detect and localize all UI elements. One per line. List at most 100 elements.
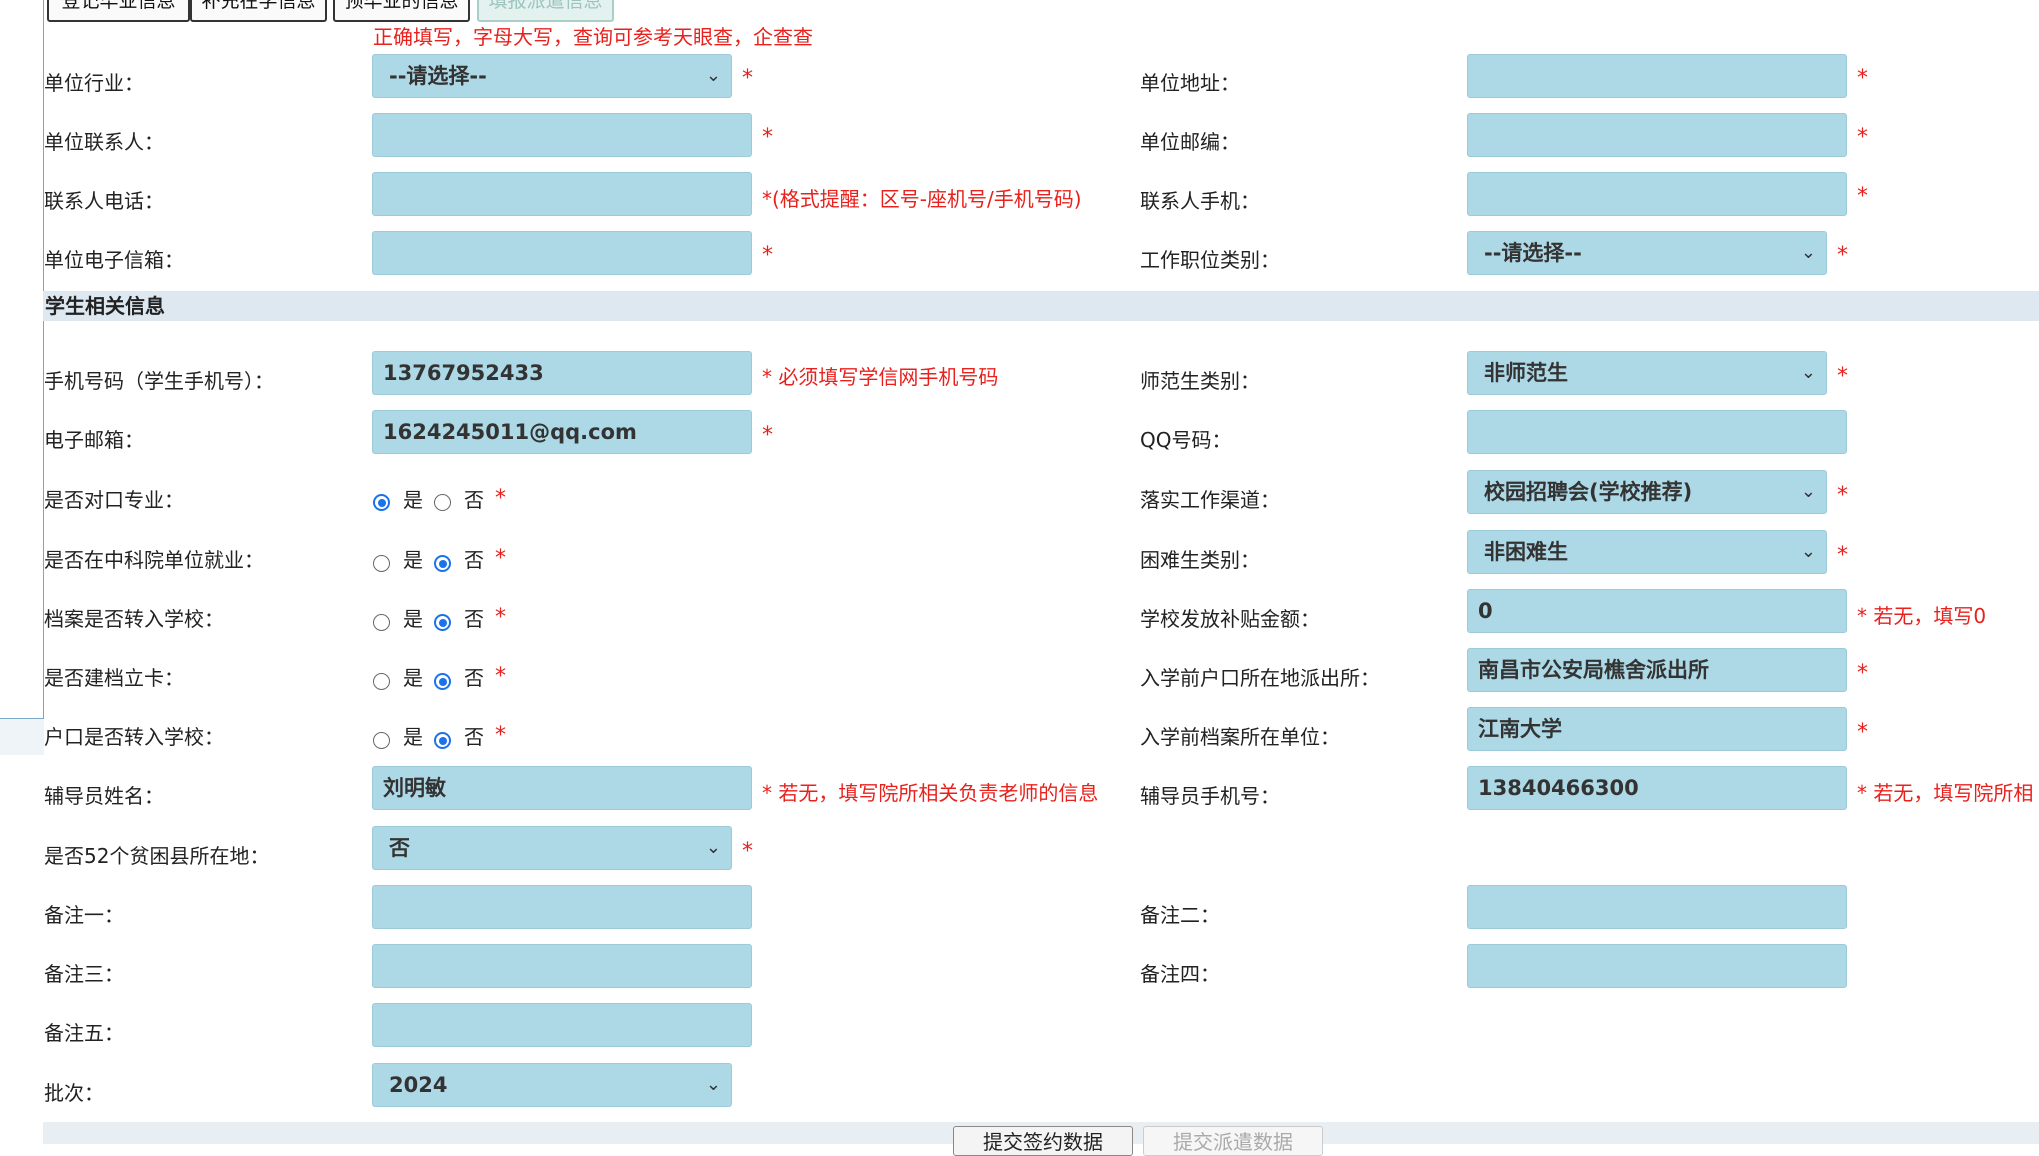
counselor-name-input[interactable]: 刘明敏 <box>372 766 752 810</box>
contact-input[interactable] <box>372 113 752 157</box>
required-mark: * <box>762 125 773 150</box>
required-mark: * <box>1857 184 1868 209</box>
archive-unit-label: 入学前档案所在单位： <box>1140 725 1340 749</box>
note-1-label: 备注一： <box>44 903 124 927</box>
contact-label: 单位联系人： <box>44 130 164 154</box>
employer-email-label: 单位电子信箱： <box>44 248 184 272</box>
tab-pre-graduation-info[interactable]: 预毕业的信息 <box>333 0 470 22</box>
poor-county-select[interactable]: 否 ⌄ <box>372 826 732 870</box>
hardship-select[interactable]: 非困难生 ⌄ <box>1467 530 1827 574</box>
employer-email-input[interactable] <box>372 231 752 275</box>
required-mark: * <box>742 66 753 91</box>
note-4-input[interactable] <box>1467 944 1847 988</box>
tab-supplement-study-info[interactable]: 补充在学信息 <box>190 0 327 22</box>
note-4-label: 备注四： <box>1140 962 1220 986</box>
counselor-phone-input[interactable]: 13840466300 <box>1467 766 1847 810</box>
hukou-transfer-yes-label: 是 <box>403 725 423 749</box>
match-major-label: 是否对口专业： <box>44 488 184 512</box>
required-mark: * <box>762 243 773 268</box>
student-mobile-input[interactable]: 13767952433 <box>372 351 752 395</box>
subsidy-input[interactable]: 0 <box>1467 589 1847 633</box>
normal-category-select[interactable]: 非师范生 ⌄ <box>1467 351 1827 395</box>
required-mark: * <box>1837 243 1848 268</box>
required-mark: * <box>495 546 506 571</box>
student-mobile-label: 手机号码（学生手机号）： <box>44 369 274 393</box>
address-label: 单位地址： <box>1140 71 1240 95</box>
section-student-info: 学生相关信息 <box>43 291 2039 321</box>
batch-select[interactable]: 2024 ⌄ <box>372 1063 732 1107</box>
archive-transfer-yes-label: 是 <box>403 607 423 631</box>
note-5-label: 备注五： <box>44 1021 124 1045</box>
match-major-no-label: 否 <box>464 488 484 512</box>
hukou-transfer-no-radio[interactable] <box>434 732 451 749</box>
postcode-input[interactable] <box>1467 113 1847 157</box>
counselor-phone-label: 辅导员手机号： <box>1140 784 1280 808</box>
required-mark: * <box>495 486 506 511</box>
match-major-yes-radio[interactable] <box>373 494 390 511</box>
poverty-card-no-label: 否 <box>464 666 484 690</box>
poverty-card-label: 是否建档立卡： <box>44 666 184 690</box>
contact-phone-input[interactable] <box>372 172 752 216</box>
tab-dispatch-info[interactable]: 填报派遣信息 <box>477 0 614 22</box>
required-mark: * <box>1857 125 1868 150</box>
archive-transfer-no-label: 否 <box>464 607 484 631</box>
archive-transfer-no-radio[interactable] <box>434 614 451 631</box>
batch-value: 2024 <box>389 1073 448 1097</box>
required-mark: * <box>1857 720 1868 745</box>
postcode-label: 单位邮编： <box>1140 130 1240 154</box>
cas-employment-no-label: 否 <box>464 548 484 572</box>
archive-transfer-yes-radio[interactable] <box>373 614 390 631</box>
archive-unit-input[interactable]: 江南大学 <box>1467 707 1847 751</box>
required-mark: * <box>1837 543 1848 568</box>
hukou-transfer-yes-radio[interactable] <box>373 732 390 749</box>
left-border-corner <box>0 718 44 755</box>
subsidy-label: 学校发放补贴金额： <box>1140 607 1320 631</box>
cas-employment-yes-radio[interactable] <box>373 555 390 572</box>
police-station-input[interactable]: 南昌市公安局樵舍派出所 <box>1467 648 1847 692</box>
job-channel-select[interactable]: 校园招聘会(学校推荐) ⌄ <box>1467 470 1827 514</box>
submit-contract-button[interactable]: 提交签约数据 <box>953 1126 1133 1156</box>
student-email-label: 电子邮箱： <box>44 428 144 452</box>
required-mark: * <box>1837 483 1848 508</box>
counselor-phone-hint: * 若无，填写院所相 <box>1857 781 2034 805</box>
chevron-down-icon: ⌄ <box>705 1074 721 1095</box>
qq-input[interactable] <box>1467 410 1847 454</box>
top-hint: 正确填写，字母大写，查询可参考天眼查，企查查 <box>373 25 813 49</box>
note-2-input[interactable] <box>1467 885 1847 929</box>
normal-category-value: 非师范生 <box>1484 361 1568 385</box>
required-mark: * <box>495 605 506 630</box>
note-5-input[interactable] <box>372 1003 752 1047</box>
police-station-label: 入学前户口所在地派出所： <box>1140 666 1380 690</box>
student-mobile-hint: * 必须填写学信网手机号码 <box>762 365 999 389</box>
note-3-label: 备注三： <box>44 962 124 986</box>
note-1-input[interactable] <box>372 885 752 929</box>
industry-select[interactable]: --请选择-- ⌄ <box>372 54 732 98</box>
required-mark: * <box>1857 66 1868 91</box>
job-category-select[interactable]: --请选择-- ⌄ <box>1467 231 1827 275</box>
address-input[interactable] <box>1467 54 1847 98</box>
hardship-value: 非困难生 <box>1484 540 1568 564</box>
required-mark: * <box>495 723 506 748</box>
note-2-label: 备注二： <box>1140 903 1220 927</box>
hukou-transfer-label: 户口是否转入学校： <box>44 725 224 749</box>
qq-label: QQ号码： <box>1140 428 1232 452</box>
submit-dispatch-button[interactable]: 提交派遣数据 <box>1143 1126 1323 1156</box>
required-mark: * <box>495 664 506 689</box>
required-mark: * <box>762 423 773 448</box>
industry-label: 单位行业： <box>44 71 144 95</box>
contact-mobile-input[interactable] <box>1467 172 1847 216</box>
job-channel-value: 校园招聘会(学校推荐) <box>1484 480 1693 504</box>
chevron-down-icon: ⌄ <box>1800 541 1816 562</box>
cas-employment-no-radio[interactable] <box>434 555 451 572</box>
student-email-input[interactable]: 1624245011@qq.com <box>372 410 752 454</box>
tab-register-graduation[interactable]: 登记毕业信息 <box>47 0 190 22</box>
poverty-card-yes-radio[interactable] <box>373 673 390 690</box>
hardship-label: 困难生类别： <box>1140 548 1260 572</box>
subsidy-hint: * 若无，填写0 <box>1857 604 1987 628</box>
match-major-no-radio[interactable] <box>434 494 451 511</box>
contact-mobile-label: 联系人手机： <box>1140 189 1260 213</box>
job-category-label: 工作职位类别： <box>1140 248 1280 272</box>
required-mark: * <box>1837 364 1848 389</box>
poverty-card-no-radio[interactable] <box>434 673 451 690</box>
note-3-input[interactable] <box>372 944 752 988</box>
